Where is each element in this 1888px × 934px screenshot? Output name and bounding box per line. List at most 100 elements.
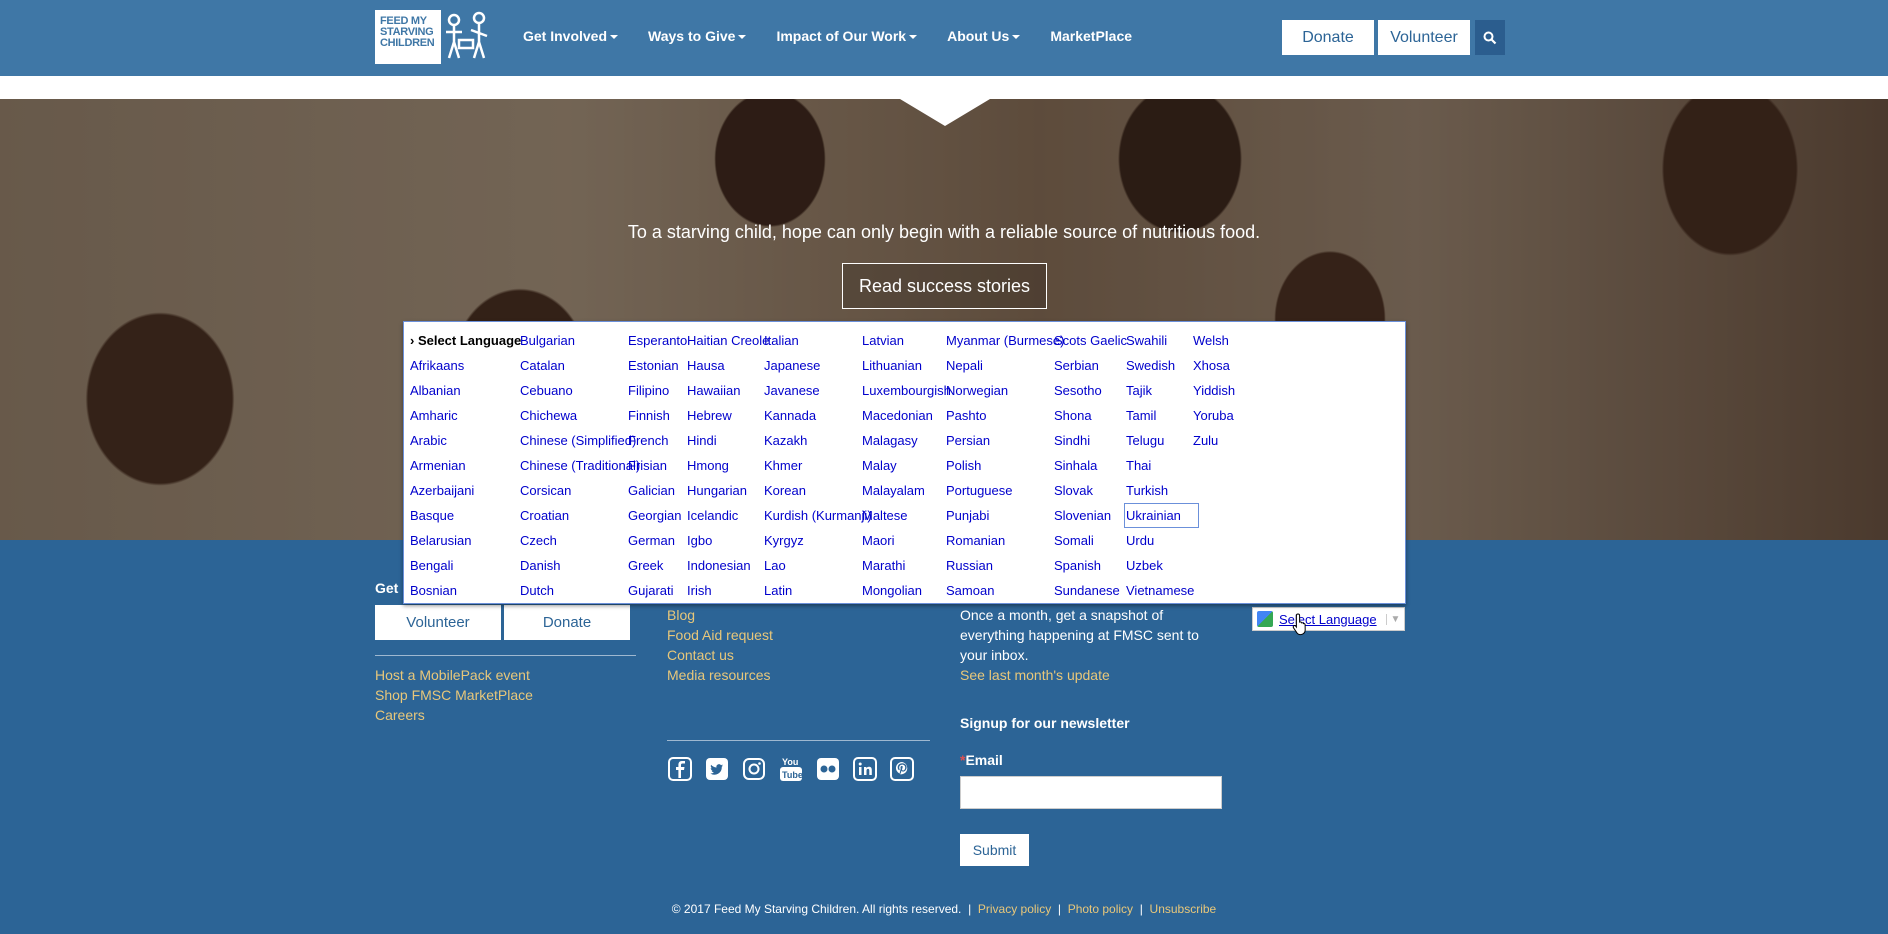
language-option[interactable]: Serbian (1052, 353, 1129, 378)
language-option[interactable]: Arabic (408, 428, 523, 453)
header-volunteer-button[interactable]: Volunteer (1378, 20, 1470, 55)
language-option[interactable]: Slovak (1052, 478, 1129, 503)
language-option[interactable]: Bosnian (408, 578, 523, 603)
link-careers[interactable]: Careers (375, 707, 425, 723)
language-option[interactable]: German (626, 528, 689, 553)
language-option[interactable]: Sesotho (1052, 378, 1129, 403)
language-option[interactable]: Belarusian (408, 528, 523, 553)
language-option[interactable]: Kazakh (762, 428, 874, 453)
language-option[interactable]: Javanese (762, 378, 874, 403)
link-photo-policy[interactable]: Photo policy (1068, 902, 1133, 916)
language-option[interactable]: Luxembourgish (860, 378, 953, 403)
language-option[interactable]: Cebuano (518, 378, 642, 403)
language-option[interactable]: Frisian (626, 453, 689, 478)
language-option[interactable]: Lao (762, 553, 874, 578)
language-option[interactable]: Hmong (685, 453, 771, 478)
language-option[interactable]: Maori (860, 528, 953, 553)
link-food-aid-request[interactable]: Food Aid request (667, 627, 773, 643)
language-option[interactable]: Chinese (Simplified) (518, 428, 642, 453)
language-option[interactable]: Kyrgyz (762, 528, 874, 553)
language-option[interactable]: Italian (762, 328, 874, 353)
facebook-icon[interactable] (667, 756, 693, 782)
language-option[interactable]: Maltese (860, 503, 953, 528)
language-option[interactable]: Galician (626, 478, 689, 503)
language-option[interactable]: Yiddish (1191, 378, 1237, 403)
language-option[interactable]: Finnish (626, 403, 689, 428)
language-option[interactable]: Sundanese (1052, 578, 1129, 603)
language-option[interactable]: Afrikaans (408, 353, 523, 378)
language-option[interactable]: Ukrainian (1124, 503, 1199, 528)
language-option[interactable]: Uzbek (1124, 553, 1199, 578)
language-option[interactable]: Sindhi (1052, 428, 1129, 453)
language-option[interactable]: Georgian (626, 503, 689, 528)
language-option[interactable]: Punjabi (944, 503, 1066, 528)
flickr-icon[interactable] (815, 756, 841, 782)
nav-marketplace[interactable]: MarketPlace (1050, 28, 1132, 44)
language-option[interactable]: Vietnamese (1124, 578, 1199, 603)
link-shop-marketplace[interactable]: Shop FMSC MarketPlace (375, 687, 533, 703)
language-option[interactable]: Russian (944, 553, 1066, 578)
youtube-icon[interactable]: You Tube (778, 756, 804, 782)
language-option[interactable]: Hindi (685, 428, 771, 453)
nav-ways-to-give[interactable]: Ways to Give (648, 28, 747, 44)
language-option[interactable]: Dutch (518, 578, 642, 603)
language-option[interactable]: Zulu (1191, 428, 1237, 453)
language-option[interactable]: Malayalam (860, 478, 953, 503)
language-option[interactable]: Bulgarian (518, 328, 642, 353)
language-option[interactable]: Irish (685, 578, 771, 603)
language-option[interactable]: Kannada (762, 403, 874, 428)
link-host-mobilepack[interactable]: Host a MobilePack event (375, 667, 530, 683)
language-option[interactable]: Malagasy (860, 428, 953, 453)
language-option[interactable]: Filipino (626, 378, 689, 403)
language-option[interactable]: Macedonian (860, 403, 953, 428)
language-option[interactable]: Swedish (1124, 353, 1199, 378)
language-option[interactable]: Igbo (685, 528, 771, 553)
search-button[interactable] (1475, 20, 1505, 55)
footer-donate-button[interactable]: Donate (504, 605, 630, 640)
language-option[interactable]: Turkish (1124, 478, 1199, 503)
language-option[interactable]: Tajik (1124, 378, 1199, 403)
language-option[interactable]: Shona (1052, 403, 1129, 428)
language-option[interactable]: Latin (762, 578, 874, 603)
link-unsubscribe[interactable]: Unsubscribe (1150, 902, 1217, 916)
language-option[interactable]: Portuguese (944, 478, 1066, 503)
language-option[interactable]: Marathi (860, 553, 953, 578)
language-option[interactable]: Indonesian (685, 553, 771, 578)
language-option[interactable]: Amharic (408, 403, 523, 428)
language-option[interactable]: Swahili (1124, 328, 1199, 353)
language-option[interactable]: Gujarati (626, 578, 689, 603)
linkedin-icon[interactable] (852, 756, 878, 782)
language-option[interactable]: Tamil (1124, 403, 1199, 428)
language-option[interactable]: French (626, 428, 689, 453)
language-option[interactable]: Esperanto (626, 328, 689, 353)
language-option[interactable]: Hebrew (685, 403, 771, 428)
language-option[interactable]: Japanese (762, 353, 874, 378)
read-success-stories-button[interactable]: Read success stories (842, 263, 1047, 309)
language-option[interactable]: Korean (762, 478, 874, 503)
language-option[interactable]: Slovenian (1052, 503, 1129, 528)
language-option[interactable]: Albanian (408, 378, 523, 403)
email-field[interactable] (960, 776, 1222, 809)
language-option[interactable]: Corsican (518, 478, 642, 503)
link-blog[interactable]: Blog (667, 607, 695, 623)
language-option[interactable]: Yoruba (1191, 403, 1237, 428)
language-option[interactable]: Kurdish (Kurmanji) (762, 503, 874, 528)
language-option[interactable]: Romanian (944, 528, 1066, 553)
language-option[interactable]: Polish (944, 453, 1066, 478)
language-option[interactable]: Greek (626, 553, 689, 578)
language-option[interactable]: Malay (860, 453, 953, 478)
language-option[interactable]: Bengali (408, 553, 523, 578)
link-last-month-update[interactable]: See last month's update (960, 667, 1110, 683)
footer-volunteer-button[interactable]: Volunteer (375, 605, 501, 640)
site-logo[interactable]: FEED MY STARVING CHILDREN (375, 10, 493, 64)
language-option[interactable]: Croatian (518, 503, 642, 528)
language-option[interactable]: Xhosa (1191, 353, 1237, 378)
nav-get-involved[interactable]: Get Involved (523, 28, 619, 44)
language-option[interactable]: Mongolian (860, 578, 953, 603)
link-privacy-policy[interactable]: Privacy policy (978, 902, 1051, 916)
google-translate-select[interactable]: Select Language ▼ (1252, 607, 1405, 631)
language-option[interactable]: Khmer (762, 453, 874, 478)
language-option[interactable]: Norwegian (944, 378, 1066, 403)
language-option[interactable]: Persian (944, 428, 1066, 453)
language-option[interactable]: Samoan (944, 578, 1066, 603)
